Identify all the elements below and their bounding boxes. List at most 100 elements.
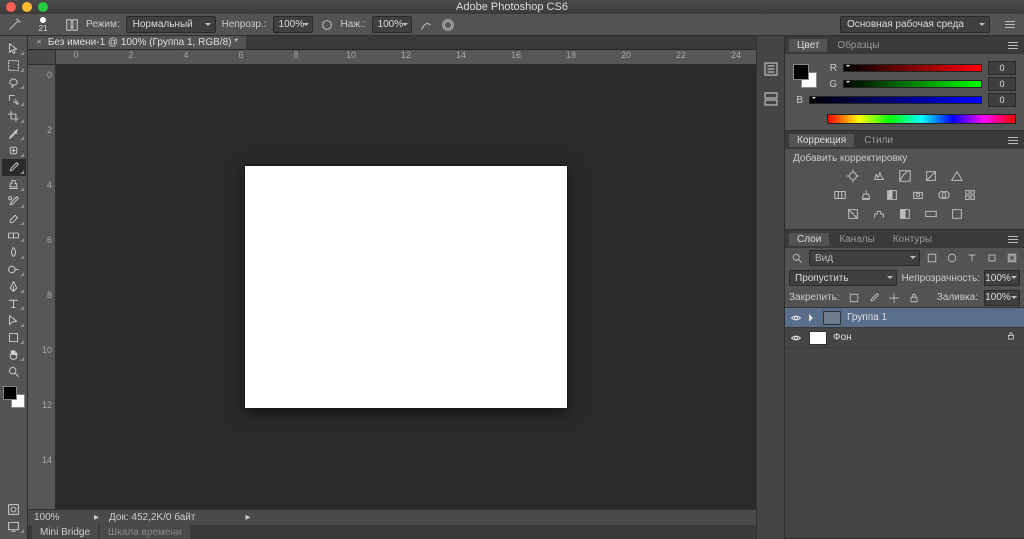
brush-preset-picker[interactable]: 21 <box>28 16 58 34</box>
blur-tool[interactable] <box>2 244 26 261</box>
filter-shape-icon[interactable] <box>984 250 1000 266</box>
panel-color-swatches[interactable] <box>793 64 817 88</box>
color-balance-icon[interactable] <box>858 187 874 203</box>
paths-tab[interactable]: Контуры <box>885 233 940 246</box>
hue-sat-icon[interactable] <box>832 187 848 203</box>
filter-smart-icon[interactable] <box>1004 250 1020 266</box>
b-slider[interactable] <box>809 96 982 104</box>
document-tab[interactable]: × Без имени-1 @ 100% (Группа 1, RGB/8) * <box>28 36 246 49</box>
eraser-tool[interactable] <box>2 210 26 227</box>
layer-blend-mode-select[interactable]: Пропустить <box>789 270 897 286</box>
invert-icon[interactable] <box>845 206 861 222</box>
layer-fill-input[interactable]: 100% <box>984 290 1020 306</box>
exposure-icon[interactable] <box>923 168 939 184</box>
lock-pixels-icon[interactable] <box>866 290 882 306</box>
stamp-tool[interactable] <box>2 176 26 193</box>
marquee-tool[interactable] <box>2 57 26 74</box>
lasso-tool[interactable] <box>2 74 26 91</box>
color-ramp[interactable] <box>827 114 1016 124</box>
canvas-viewport[interactable] <box>56 65 756 509</box>
type-tool[interactable] <box>2 295 26 312</box>
quick-mask-toggle[interactable] <box>2 501 26 518</box>
lock-position-icon[interactable] <box>886 290 902 306</box>
flow-input[interactable]: 100% <box>372 16 412 33</box>
options-menu-icon[interactable] <box>1002 17 1018 33</box>
timeline-tab[interactable]: Шкала времени <box>100 525 189 539</box>
layers-tab[interactable]: Слои <box>789 233 829 246</box>
brush-tool[interactable] <box>2 159 26 176</box>
blend-mode-select[interactable]: Нормальный <box>126 16 216 33</box>
history-panel-icon[interactable] <box>762 60 780 78</box>
canvas[interactable] <box>245 166 567 408</box>
pressure-opacity-icon[interactable] <box>319 17 335 33</box>
brightness-contrast-icon[interactable] <box>845 168 861 184</box>
g-slider[interactable] <box>843 80 982 88</box>
panel-menu-icon[interactable] <box>1006 134 1020 146</box>
lock-transparent-icon[interactable] <box>846 290 862 306</box>
foreground-color-swatch[interactable] <box>3 386 17 400</box>
layer-name[interactable]: Группа 1 <box>847 312 887 323</box>
dodge-tool[interactable] <box>2 261 26 278</box>
path-select-tool[interactable] <box>2 312 26 329</box>
layer-thumbnail[interactable] <box>809 331 827 345</box>
channels-tab[interactable]: Каналы <box>831 233 883 246</box>
healing-tool[interactable] <box>2 142 26 159</box>
b-value[interactable]: 0 <box>988 93 1016 107</box>
history-brush-tool[interactable] <box>2 193 26 210</box>
channel-mixer-icon[interactable] <box>936 187 952 203</box>
lock-all-icon[interactable] <box>906 290 922 306</box>
chevron-right-icon[interactable]: ▸ <box>245 512 250 523</box>
visibility-toggle-icon[interactable] <box>789 311 803 325</box>
move-tool[interactable] <box>2 40 26 57</box>
photo-filter-icon[interactable] <box>910 187 926 203</box>
panel-menu-icon[interactable] <box>1006 233 1020 245</box>
filter-type-icon[interactable] <box>964 250 980 266</box>
eyedropper-tool[interactable] <box>2 125 26 142</box>
color-lookup-icon[interactable] <box>962 187 978 203</box>
properties-panel-icon[interactable] <box>762 90 780 108</box>
zoom-level[interactable]: 100% <box>34 512 84 523</box>
filter-search-icon[interactable] <box>789 250 805 266</box>
crop-tool[interactable] <box>2 108 26 125</box>
airbrush-icon[interactable] <box>418 17 434 33</box>
panel-fg-swatch[interactable] <box>793 64 809 80</box>
layer-name[interactable]: Фон <box>833 332 852 343</box>
hand-tool[interactable] <box>2 346 26 363</box>
color-swatches[interactable] <box>3 386 25 408</box>
threshold-icon[interactable] <box>897 206 913 222</box>
levels-icon[interactable] <box>871 168 887 184</box>
styles-tab[interactable]: Стили <box>856 134 901 147</box>
tool-preset-picker[interactable] <box>6 17 22 33</box>
adjustments-tab[interactable]: Коррекция <box>789 134 854 147</box>
gradient-map-icon[interactable] <box>923 206 939 222</box>
r-slider[interactable] <box>843 64 982 72</box>
toggle-brush-panel-icon[interactable] <box>64 17 80 33</box>
workspace-select[interactable]: Основная рабочая среда <box>840 16 990 33</box>
panel-menu-icon[interactable] <box>1006 39 1020 51</box>
swatches-tab[interactable]: Образцы <box>829 39 887 52</box>
layer-row[interactable]: Группа 1 <box>785 308 1024 328</box>
layer-opacity-input[interactable]: 100% <box>984 270 1020 286</box>
visibility-toggle-icon[interactable] <box>789 331 803 345</box>
vibrance-icon[interactable] <box>949 168 965 184</box>
r-value[interactable]: 0 <box>988 61 1016 75</box>
opacity-input[interactable]: 100% <box>273 16 313 33</box>
mini-bridge-tab[interactable]: Mini Bridge <box>32 525 98 539</box>
layer-row[interactable]: Фон <box>785 328 1024 348</box>
filter-type-select[interactable]: Вид <box>809 250 920 266</box>
zoom-tool[interactable] <box>2 363 26 380</box>
screen-mode-toggle[interactable] <box>2 518 26 535</box>
shape-tool[interactable] <box>2 329 26 346</box>
black-white-icon[interactable] <box>884 187 900 203</box>
gradient-tool[interactable] <box>2 227 26 244</box>
g-value[interactable]: 0 <box>988 77 1016 91</box>
vertical-ruler[interactable]: 02468101214 <box>28 65 56 509</box>
filter-adjust-icon[interactable] <box>944 250 960 266</box>
horizontal-ruler[interactable]: 024681012141618202224 <box>56 50 756 65</box>
quick-select-tool[interactable] <box>2 91 26 108</box>
selective-color-icon[interactable] <box>949 206 965 222</box>
ruler-origin[interactable] <box>28 50 56 65</box>
posterize-icon[interactable] <box>871 206 887 222</box>
color-tab[interactable]: Цвет <box>789 39 827 52</box>
disclosure-triangle-icon[interactable] <box>809 314 817 322</box>
